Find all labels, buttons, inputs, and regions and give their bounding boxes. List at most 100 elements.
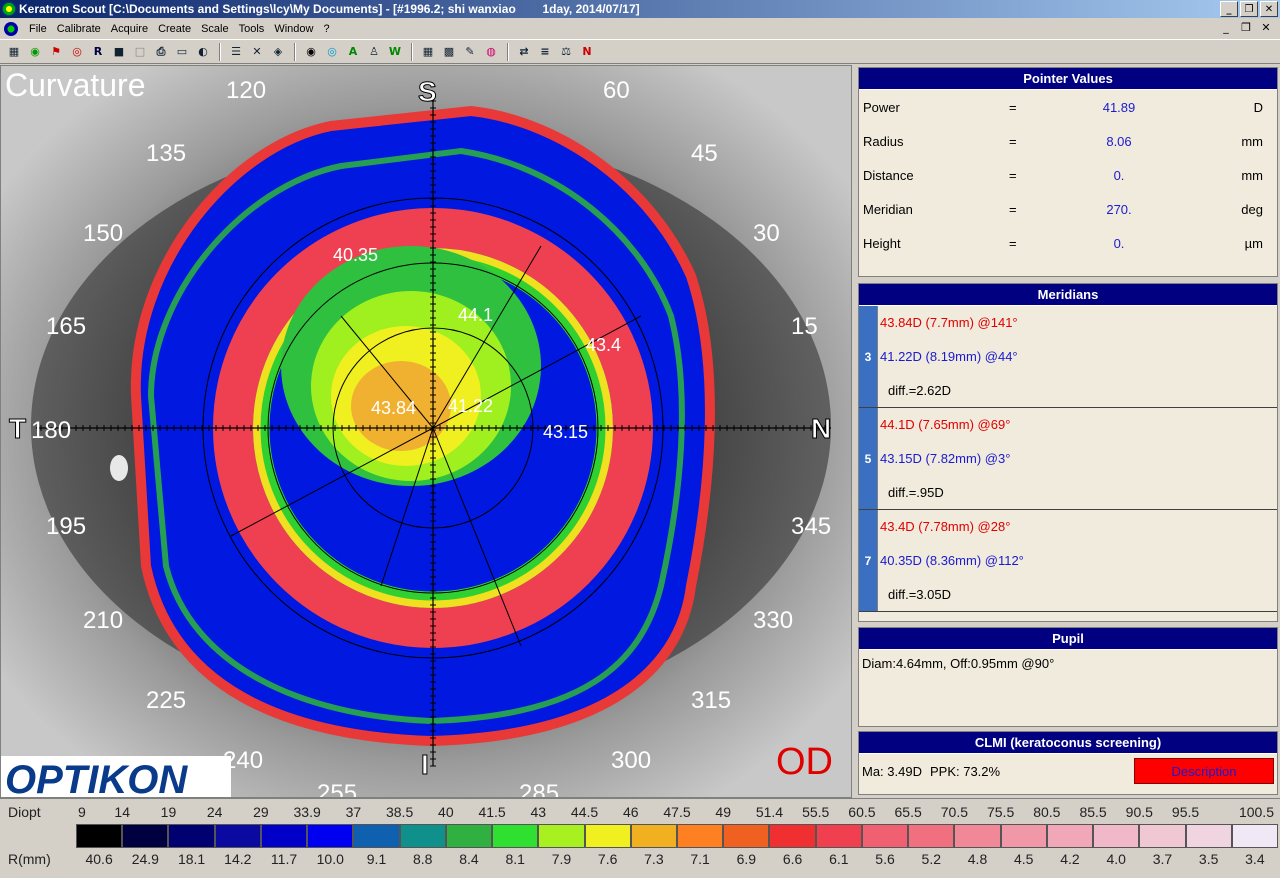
chart-icon[interactable]: ✎ xyxy=(460,42,480,62)
person-icon[interactable]: ♙ xyxy=(364,42,384,62)
letter-a-icon[interactable]: A xyxy=(343,42,363,62)
diopt-value: 38.5 xyxy=(385,804,414,820)
mdi-close-button[interactable]: ✕ xyxy=(1258,21,1274,34)
reflection-spot xyxy=(110,455,128,481)
radius-value: 8.8 xyxy=(412,851,433,867)
restore-button[interactable]: ❐ xyxy=(1240,1,1258,17)
menu-bar: File Calibrate Acquire Create Scale Tool… xyxy=(0,18,1280,40)
degree-label-285: 285 xyxy=(519,780,559,798)
pointer-value: 270. xyxy=(1106,201,1132,217)
meridian-flat: 43.15D (7.82mm) @3° xyxy=(880,450,1011,466)
scale-swatch xyxy=(168,824,215,848)
pointer-row-radius: Radius = 8.06 mm xyxy=(859,124,1277,158)
diopt-value: 41.5 xyxy=(478,804,506,820)
monitor-icon[interactable]: ▭ xyxy=(172,42,192,62)
tool-icon[interactable]: R xyxy=(88,42,108,62)
diopt-value: 19 xyxy=(160,804,177,820)
menu-acquire[interactable]: Acquire xyxy=(106,19,153,39)
scale-swatch xyxy=(954,824,1001,848)
minimize-button[interactable]: _ xyxy=(1220,1,1238,17)
flag-icon[interactable]: ⚑ xyxy=(46,42,66,62)
menu-help[interactable]: ? xyxy=(318,19,334,39)
value-label-40.35: 40.35 xyxy=(333,245,378,265)
pupil-info: Diam:4.64mm, Off:0.95mm @90° xyxy=(862,656,1055,671)
camera-icon[interactable]: ◉ xyxy=(25,42,45,62)
diopt-value: 85.5 xyxy=(1079,804,1107,820)
radius-value: 40.6 xyxy=(85,851,113,867)
grid-dense-icon[interactable]: ▩ xyxy=(439,42,459,62)
pointer-label: Distance xyxy=(863,167,914,183)
view-switch-icon[interactable]: ⇄ xyxy=(514,42,534,62)
degree-label-255: 255 xyxy=(317,780,357,798)
curvature-map[interactable]: Curvature OD S I T N 120 60 135 45 150 30 165 1… xyxy=(1,66,852,798)
meridian-group-5: 5 44.1D (7.65mm) @69° 43.15D (7.82mm) @3° d… xyxy=(859,408,1277,510)
meridian-diff: diff.=3.05D xyxy=(888,586,952,602)
meridian-flat: 41.22D (8.19mm) @44° xyxy=(880,348,1018,364)
pointer-eq: = xyxy=(1009,235,1017,251)
menu-scale[interactable]: Scale xyxy=(196,19,234,39)
radius-value: 5.2 xyxy=(921,851,941,867)
degree-label-195: 195 xyxy=(46,513,86,540)
scale-swatch xyxy=(307,824,354,848)
scale-n-icon[interactable]: N xyxy=(577,42,597,62)
circle-target-icon[interactable]: ◎ xyxy=(322,42,342,62)
pointer-row-distance: Distance = 0. mm xyxy=(859,158,1277,192)
radius-value: 3.7 xyxy=(1152,851,1173,867)
info-panel: Pointer Values Power = 41.89 D Radius = 8.06 mm… xyxy=(856,65,1280,798)
diopt-value: 60.5 xyxy=(848,804,876,820)
split-view-icon[interactable]: ☰ xyxy=(226,42,246,62)
scale-swatch xyxy=(492,824,539,848)
menu-file[interactable]: File xyxy=(24,19,52,39)
menu-calibrate[interactable]: Calibrate xyxy=(52,19,106,39)
adjust-icon[interactable]: ⚖ xyxy=(556,42,576,62)
open-file-icon[interactable]: ▦ xyxy=(4,42,24,62)
radius-value: 7.3 xyxy=(644,851,664,867)
description-button[interactable]: Description xyxy=(1134,758,1274,784)
eye-map-icon[interactable]: ◍ xyxy=(481,42,501,62)
target-icon[interactable]: ◎ xyxy=(67,42,87,62)
degree-label-150: 150 xyxy=(83,220,123,247)
document-icon[interactable] xyxy=(4,21,18,36)
topography-map-view[interactable]: Curvature OD S I T N 120 60 135 45 150 30 165 1… xyxy=(0,65,852,798)
pointer-value: 0. xyxy=(1113,167,1125,183)
close-view-icon[interactable]: ✕ xyxy=(247,42,267,62)
scale-swatch xyxy=(1046,824,1094,848)
scale-swatch xyxy=(1139,824,1186,848)
save-icon[interactable]: ■ xyxy=(109,42,129,62)
radius-value: 4.2 xyxy=(1060,851,1080,867)
diopt-value: 46 xyxy=(622,804,639,820)
mdi-restore-button[interactable]: ❐ xyxy=(1238,21,1254,34)
scale-swatch xyxy=(122,824,169,848)
meridian-ring-number: 3 xyxy=(859,306,878,407)
degree-label-45: 45 xyxy=(691,140,718,167)
meridian-diff: diff.=2.62D xyxy=(888,382,952,398)
radius-value: 8.4 xyxy=(459,851,479,867)
scale-swatch xyxy=(445,824,493,848)
diopt-value: 95.5 xyxy=(1171,804,1200,820)
scale-swatch xyxy=(399,824,446,848)
mdi-minimize-button[interactable]: _ xyxy=(1218,21,1234,34)
menu-window[interactable]: Window xyxy=(269,19,318,39)
axis-temporal-label: T xyxy=(9,413,26,444)
pointer-eq: = xyxy=(1009,167,1017,183)
menu-create[interactable]: Create xyxy=(153,19,196,39)
degree-label-345: 345 xyxy=(791,513,831,540)
close-button[interactable]: ✕ xyxy=(1260,1,1278,17)
menu-tools[interactable]: Tools xyxy=(234,19,270,39)
grid-icon[interactable]: ▦ xyxy=(418,42,438,62)
book-icon[interactable]: ◈ xyxy=(268,42,288,62)
view-dropdown-icon[interactable]: ◐ xyxy=(193,42,213,62)
print-icon[interactable]: ⎙ xyxy=(151,42,171,62)
ruler-icon[interactable]: ≡ xyxy=(535,42,555,62)
pupil-heading: Pupil xyxy=(859,628,1277,650)
scale-swatch xyxy=(630,824,677,848)
eye-icon[interactable]: ◉ xyxy=(301,42,321,62)
pointer-unit: mm xyxy=(1241,133,1263,149)
value-label-44.1: 44.1 xyxy=(458,305,493,325)
radius-value: 24.9 xyxy=(131,851,159,867)
letter-w-icon[interactable]: W xyxy=(385,42,405,62)
axis-superior-label: S xyxy=(418,76,437,107)
save-disabled-icon[interactable]: □ xyxy=(130,42,150,62)
degree-label-225: 225 xyxy=(146,687,186,714)
toolbar: ▦ ◉ ⚑ ◎ R ■ □ ⎙ ▭ ◐ ☰ ✕ ◈ ◉ ◎ A ♙ W ▦ ▩ ✎ ◍ ⇄ ≡ ⚖ N xyxy=(0,40,1280,64)
